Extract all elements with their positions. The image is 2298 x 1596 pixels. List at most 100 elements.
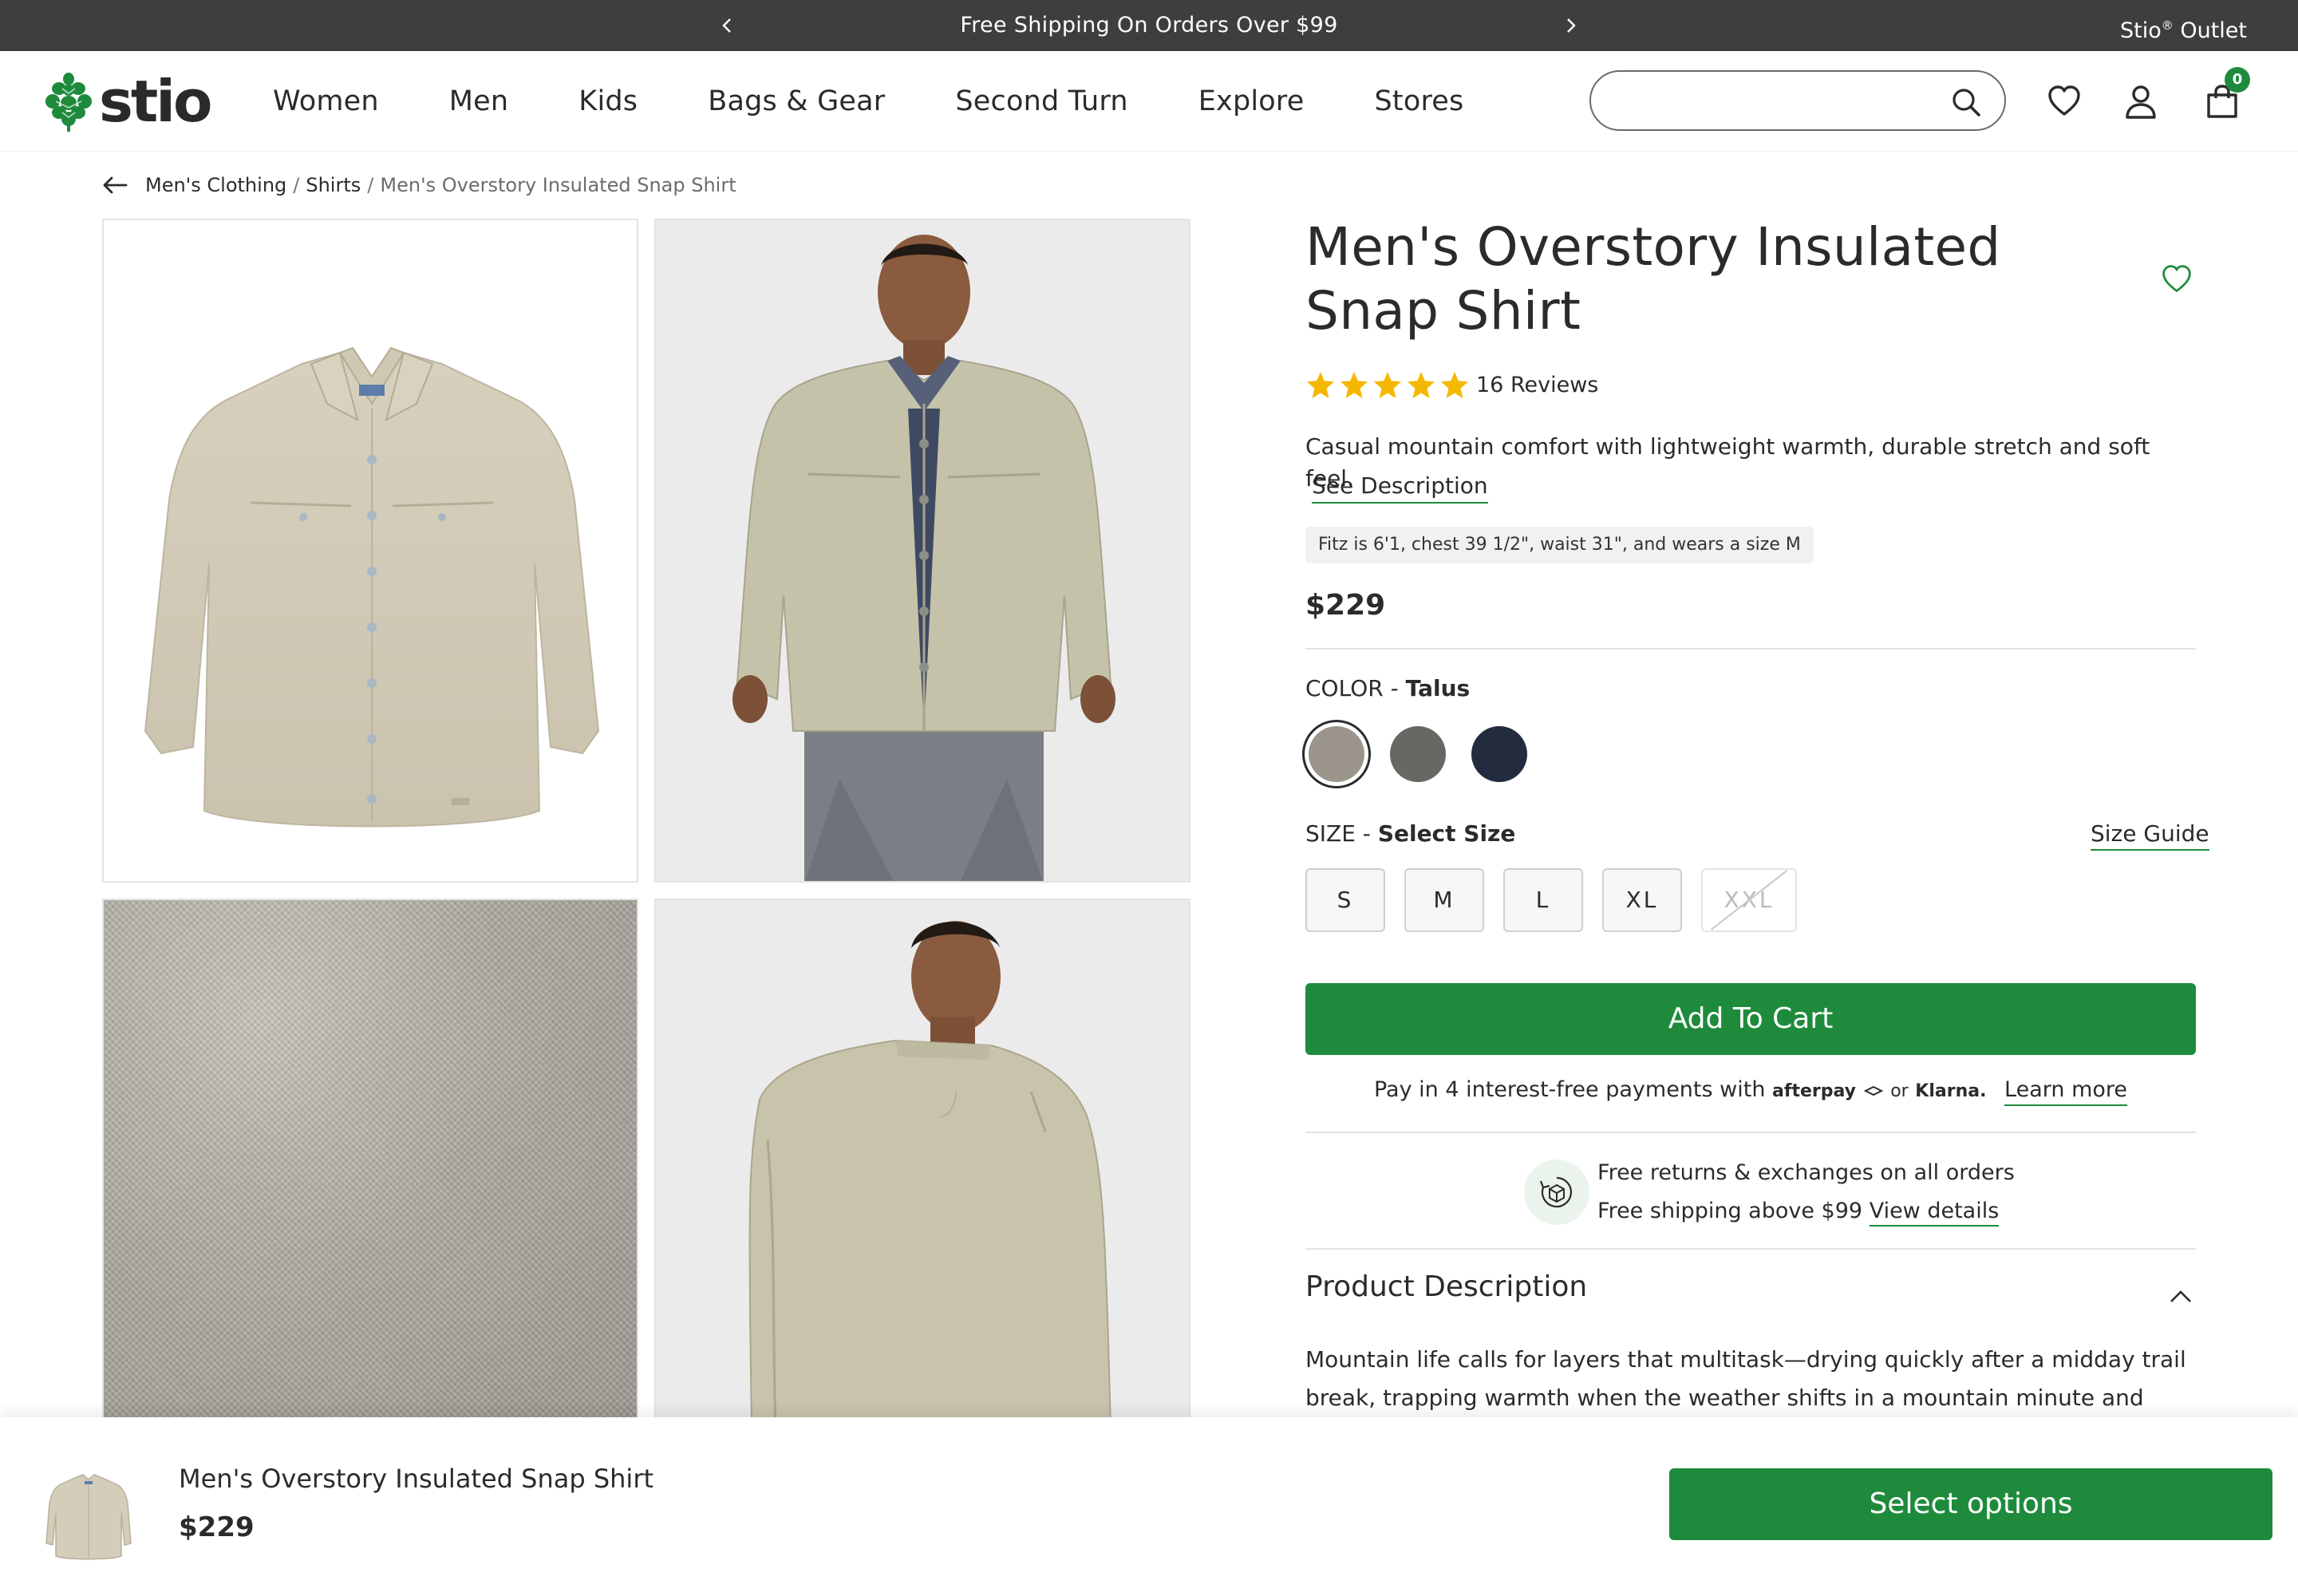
- search-input[interactable]: [1615, 83, 1934, 118]
- search-icon[interactable]: [1950, 86, 1982, 118]
- model-fit-note: Fitz is 6'1, chest 39 1/2", waist 31", a…: [1305, 527, 1814, 563]
- model-front-image: [732, 235, 1115, 881]
- fabric-texture-image: [104, 900, 637, 1424]
- announcement-next-button[interactable]: [1556, 11, 1585, 40]
- size-button-xl[interactable]: XL: [1602, 868, 1682, 932]
- back-button[interactable]: [102, 172, 129, 199]
- breadcrumb-separator: /: [293, 174, 300, 196]
- product-image-fabric-detail[interactable]: [102, 899, 638, 1425]
- star-icon: [1340, 371, 1368, 399]
- color-swatch-talus[interactable]: [1309, 726, 1364, 782]
- announcement-message[interactable]: Free Shipping On Orders Over $99: [0, 0, 2298, 51]
- size-button-xxl-unavailable[interactable]: XXL: [1701, 868, 1797, 932]
- heart-icon: [2048, 85, 2080, 116]
- breadcrumb-mens-clothing[interactable]: Men's Clothing: [145, 174, 286, 196]
- product-image-model-back[interactable]: [654, 899, 1190, 1425]
- announcement-bar: Free Shipping On Orders Over $99 Stio® O…: [0, 0, 2298, 51]
- breadcrumb: Men's Clothing / Shirts / Men's Overstor…: [102, 171, 736, 200]
- color-selected-value: Talus: [1405, 675, 1471, 701]
- returns-icon: [1524, 1159, 1589, 1225]
- klarna-logo: Klarna.: [1915, 1081, 1987, 1101]
- size-button-m[interactable]: M: [1404, 868, 1484, 932]
- sticky-product-thumbnail: [45, 1474, 132, 1560]
- model-back-image: [748, 921, 1111, 1424]
- nav-bags-gear[interactable]: Bags & Gear: [708, 85, 885, 117]
- chevron-right-icon: [1567, 18, 1576, 33]
- nav-stores[interactable]: Stores: [1374, 85, 1463, 117]
- afterpay-loop-icon: [1863, 1085, 1883, 1096]
- breadcrumb-shirts[interactable]: Shirts: [306, 174, 361, 196]
- pay-or: or: [1890, 1081, 1909, 1101]
- shirt-flat-image: [144, 346, 600, 828]
- view-details-link[interactable]: View details: [1869, 1199, 2000, 1227]
- product-price: $229: [1305, 589, 1386, 622]
- arrow-left-icon: [103, 176, 128, 194]
- color-label: COLOR - Talus: [1305, 675, 1470, 701]
- size-label: SIZE - Select Size: [1305, 820, 1515, 847]
- star-icon: [1306, 371, 1335, 399]
- learn-more-link[interactable]: Learn more: [2004, 1077, 2128, 1106]
- free-returns-text: Free returns & exchanges on all orders: [1597, 1160, 2015, 1185]
- divider: [1305, 1132, 2196, 1133]
- cart-count-badge: 0: [2225, 67, 2250, 93]
- star-icon: [1407, 371, 1435, 399]
- free-shipping-text: Free shipping above $99: [1597, 1199, 1863, 1223]
- afterpay-logo: afterpay: [1772, 1081, 1856, 1101]
- divider: [1305, 1248, 2196, 1250]
- sticky-add-bar: Men's Overstory Insulated Snap Shirt $22…: [0, 1417, 2298, 1596]
- product-description-heading[interactable]: Product Description: [1305, 1270, 1587, 1303]
- logo-wordmark: stio: [99, 68, 212, 135]
- chevron-up-icon: [2170, 1290, 2191, 1302]
- product-image-flat[interactable]: [102, 219, 638, 883]
- breadcrumb-separator: /: [367, 174, 374, 196]
- size-button-l[interactable]: L: [1503, 868, 1583, 932]
- nav-kids[interactable]: Kids: [578, 85, 638, 117]
- size-button-s[interactable]: S: [1305, 868, 1385, 932]
- color-swatch-grey[interactable]: [1390, 726, 1446, 782]
- product-title: Men's Overstory Insulated Snap Shirt: [1305, 216, 2001, 342]
- sticky-product-name: Men's Overstory Insulated Snap Shirt: [179, 1464, 654, 1494]
- add-to-cart-button[interactable]: Add To Cart: [1305, 983, 2196, 1055]
- collapse-description-button[interactable]: [2167, 1283, 2196, 1312]
- color-swatch-navy[interactable]: [1471, 726, 1527, 782]
- search-box[interactable]: [1589, 70, 2006, 131]
- color-label-prefix: COLOR -: [1305, 675, 1406, 701]
- size-label-prefix: SIZE -: [1305, 820, 1378, 847]
- outlet-link[interactable]: Stio® Outlet: [2120, 0, 2247, 51]
- rating-stars: [1305, 369, 1470, 400]
- user-icon: [2126, 85, 2156, 119]
- sticky-product-price: $229: [179, 1511, 255, 1543]
- main-nav: Women Men Kids Bags & Gear Second Turn E…: [273, 51, 1534, 152]
- nav-women[interactable]: Women: [273, 85, 379, 117]
- wishlist-button[interactable]: [2046, 83, 2083, 120]
- returns-shipping-info: Free returns & exchanges on all orders F…: [1524, 1154, 2015, 1231]
- outlet-link-brand: Stio: [2120, 18, 2162, 43]
- outlet-link-suffix: Outlet: [2173, 18, 2247, 43]
- size-guide-link[interactable]: Size Guide: [2091, 820, 2209, 851]
- product-rating[interactable]: 16 Reviews: [1305, 369, 1598, 401]
- nav-men[interactable]: Men: [449, 85, 509, 117]
- nav-second-turn[interactable]: Second Turn: [955, 85, 1127, 117]
- product-image-model-front[interactable]: [654, 219, 1190, 883]
- breadcrumb-current: Men's Overstory Insulated Snap Shirt: [380, 174, 736, 196]
- pay-prefix: Pay in 4 interest-free payments with: [1373, 1077, 1766, 1102]
- account-button[interactable]: [2122, 83, 2159, 120]
- size-selected-value: Select Size: [1377, 820, 1516, 847]
- pinecone-logo-icon: [45, 73, 92, 132]
- stio-logo[interactable]: stio: [45, 68, 212, 135]
- heart-outline-icon: [2162, 265, 2191, 292]
- add-to-wishlist-button[interactable]: [2161, 263, 2196, 298]
- box-return-icon: [1539, 1176, 1573, 1208]
- divider: [1305, 648, 2196, 650]
- star-icon: [1440, 371, 1469, 399]
- see-description-link[interactable]: See Description: [1312, 472, 1488, 504]
- reviews-link[interactable]: 16 Reviews: [1476, 373, 1598, 397]
- installment-payment-info: Pay in 4 interest-free payments with aft…: [1305, 1077, 2196, 1106]
- unavailable-strike: [1711, 870, 1787, 930]
- site-header: stio Women Men Kids Bags & Gear Second T…: [0, 51, 2298, 152]
- outlet-link-mark: ®: [2161, 18, 2174, 33]
- nav-explore[interactable]: Explore: [1198, 85, 1305, 117]
- cart-button[interactable]: 0: [2204, 67, 2250, 120]
- select-options-button[interactable]: Select options: [1669, 1468, 2272, 1540]
- star-icon: [1373, 371, 1402, 399]
